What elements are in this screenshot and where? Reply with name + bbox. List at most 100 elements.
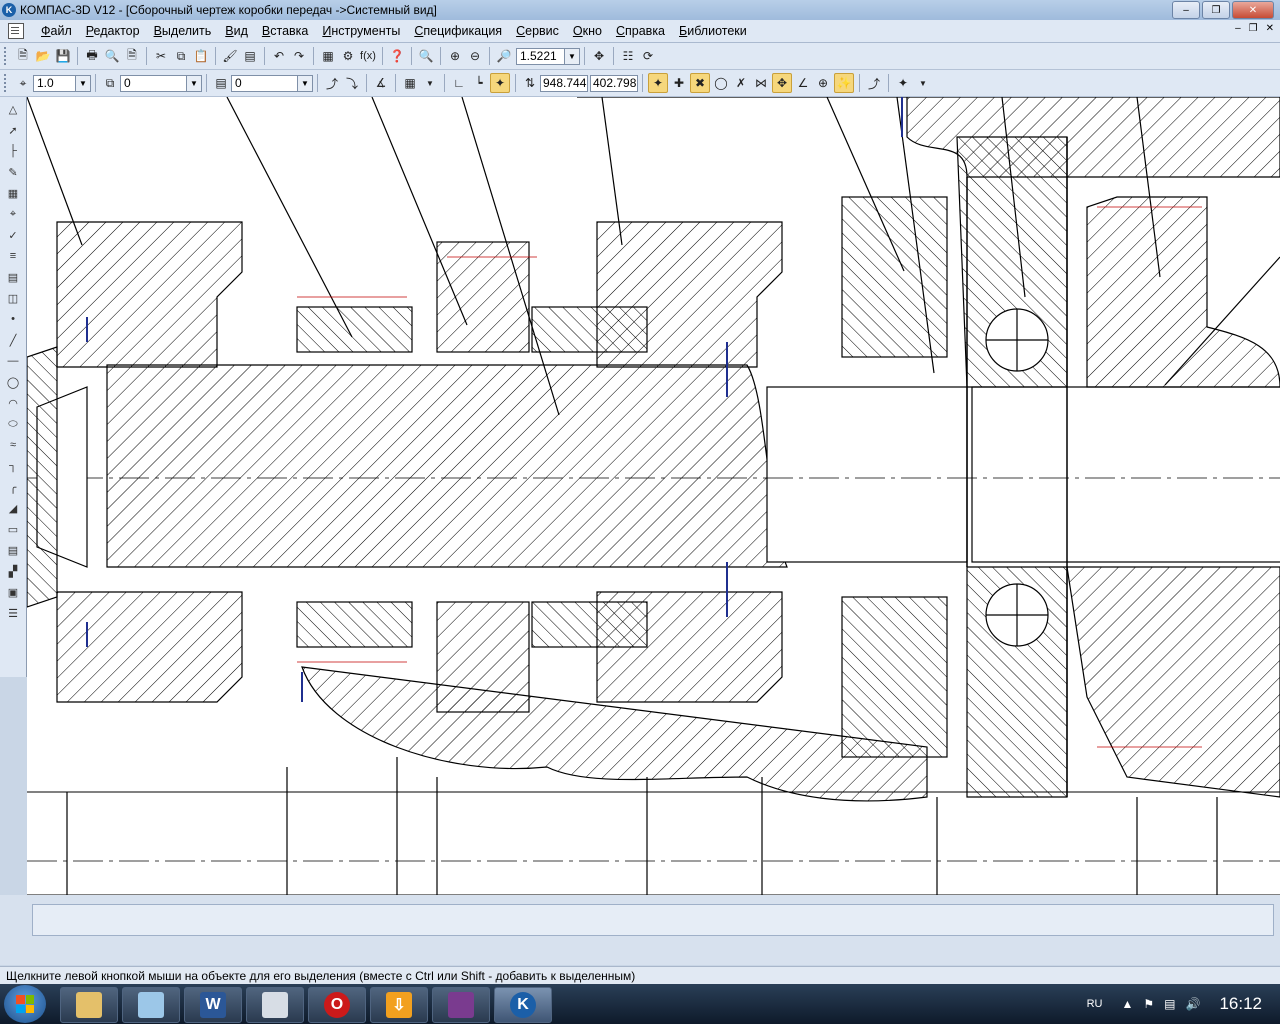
- volume-icon[interactable]: 🔊: [1186, 997, 1201, 1011]
- close-button[interactable]: ✕: [1232, 1, 1274, 19]
- point-icon[interactable]: •: [4, 310, 22, 328]
- local-cs-icon[interactable]: ∟: [450, 74, 468, 92]
- taskbar-opera[interactable]: O: [308, 987, 366, 1023]
- taskbar-word[interactable]: W: [184, 987, 242, 1023]
- library-manager-icon[interactable]: ⚙: [339, 47, 357, 65]
- state-combo[interactable]: 0 ▼: [120, 74, 202, 92]
- snap-normal-icon[interactable]: ✗: [732, 74, 750, 92]
- zoom-scale-icon[interactable]: 🔎: [495, 47, 513, 65]
- snap-point-on-curve-icon[interactable]: ⋈: [752, 74, 770, 92]
- geometry-icon[interactable]: △: [4, 100, 22, 118]
- measure-icon[interactable]: ⌖: [4, 205, 22, 223]
- language-indicator[interactable]: RU: [1087, 998, 1103, 1010]
- taskbar-downloader[interactable]: ⇩: [370, 987, 428, 1023]
- chevron-down-icon[interactable]: ▼: [297, 75, 312, 91]
- help-pointer-icon[interactable]: ❓: [388, 47, 406, 65]
- state-icon[interactable]: ⧉: [101, 74, 119, 92]
- zoom-window-icon[interactable]: 🔍: [417, 47, 435, 65]
- taskbar-winrar[interactable]: [432, 987, 490, 1023]
- line-scale-icon[interactable]: ⌖: [14, 74, 32, 92]
- menu-specification[interactable]: Спецификация: [407, 21, 509, 41]
- start-button[interactable]: [4, 985, 46, 1023]
- equidistant-icon[interactable]: ▞: [4, 562, 22, 580]
- local-snap-icon[interactable]: ⤵: [343, 74, 361, 92]
- select-icon[interactable]: ✓: [4, 226, 22, 244]
- chevron-down-icon[interactable]: ▼: [75, 75, 90, 91]
- more-tools-icon[interactable]: ☰: [4, 604, 22, 622]
- zoom-combo[interactable]: 1.5221 ▼: [516, 47, 580, 65]
- collect-contour-icon[interactable]: ▣: [4, 583, 22, 601]
- snap-angle-icon[interactable]: ∠: [794, 74, 812, 92]
- grid-icon[interactable]: ▦: [401, 74, 419, 92]
- snap-nearest-point-icon[interactable]: ✦: [648, 73, 668, 93]
- polyline-icon[interactable]: ┐: [4, 457, 22, 475]
- menu-help[interactable]: Справка: [609, 21, 672, 41]
- save-icon[interactable]: 💾: [54, 47, 72, 65]
- taskbar-explorer[interactable]: [60, 987, 118, 1023]
- cursor-x-field[interactable]: 948.744: [540, 74, 588, 92]
- parametrization-icon[interactable]: ▦: [4, 184, 22, 202]
- network-icon[interactable]: ▤: [1164, 997, 1175, 1011]
- toolbar-grip[interactable]: [4, 74, 10, 92]
- taskbar-libraries[interactable]: [122, 987, 180, 1023]
- doc-minimize-icon[interactable]: –: [1235, 23, 1241, 34]
- fillet-icon[interactable]: ╭: [4, 478, 22, 496]
- action-center-icon[interactable]: ⚑: [1143, 997, 1154, 1011]
- print-icon[interactable]: 🖶: [83, 47, 101, 65]
- menu-insert[interactable]: Вставка: [255, 21, 315, 41]
- menu-view[interactable]: Вид: [218, 21, 255, 41]
- snap-center-icon[interactable]: ⊕: [814, 74, 832, 92]
- menu-tools[interactable]: Инструменты: [315, 21, 407, 41]
- gearbox-assembly-drawing[interactable]: [27, 97, 1280, 895]
- doc-restore-icon[interactable]: ❐: [1249, 23, 1258, 34]
- ortho-mode-icon[interactable]: ┕: [470, 74, 488, 92]
- paste-icon[interactable]: 📋: [192, 47, 210, 65]
- maximize-button[interactable]: ❐: [1202, 1, 1230, 19]
- manager-icon[interactable]: ▦: [319, 47, 337, 65]
- undo-icon[interactable]: ↶: [270, 47, 288, 65]
- copy-icon[interactable]: ⧉: [172, 47, 190, 65]
- layer-combo[interactable]: 0 ▼: [231, 74, 313, 92]
- menu-editor[interactable]: Редактор: [79, 21, 147, 41]
- property-panel[interactable]: [32, 904, 1274, 936]
- open-icon[interactable]: 📂: [34, 47, 52, 65]
- reports-icon[interactable]: ▤: [4, 268, 22, 286]
- spline-icon[interactable]: ≈: [4, 436, 22, 454]
- snap-intersection-icon[interactable]: ✖: [690, 73, 710, 93]
- snap-alignment-icon[interactable]: ✥: [772, 73, 792, 93]
- show-hidden-icons-icon[interactable]: ▲: [1122, 997, 1134, 1011]
- line-scale-combo[interactable]: 1.0 ▼: [33, 74, 91, 92]
- dimensions-icon[interactable]: ➚: [4, 121, 22, 139]
- snap-magnet-icon[interactable]: ⤴: [323, 74, 341, 92]
- cursor-y-field[interactable]: 402.798: [590, 74, 638, 92]
- doc-close-icon[interactable]: ✕: [1266, 23, 1274, 34]
- round-coords-icon[interactable]: ✦: [490, 73, 510, 93]
- snap-midpoint-icon[interactable]: ✚: [670, 74, 688, 92]
- ellipse-icon[interactable]: ⬭: [4, 415, 22, 433]
- menu-select[interactable]: Выделить: [147, 21, 219, 41]
- snap-tangent-icon[interactable]: ◯: [712, 74, 730, 92]
- zoom-in-icon[interactable]: ⊕: [446, 47, 464, 65]
- segment-icon[interactable]: ╱: [4, 331, 22, 349]
- format-brush-icon[interactable]: 🖌: [221, 47, 239, 65]
- taskbar-kompas[interactable]: K: [494, 987, 552, 1023]
- chevron-down-icon[interactable]: ▼: [186, 75, 201, 91]
- clock[interactable]: 16:12: [1219, 994, 1262, 1014]
- layers-icon[interactable]: ▤: [212, 74, 230, 92]
- chevron-down-icon[interactable]: ▼: [421, 74, 439, 92]
- cut-icon[interactable]: ✂: [152, 47, 170, 65]
- rectangle-icon[interactable]: ▭: [4, 520, 22, 538]
- menu-service[interactable]: Сервис: [509, 21, 566, 41]
- chevron-down-icon[interactable]: ▼: [914, 74, 932, 92]
- auxiliary-line-icon[interactable]: —: [4, 352, 22, 370]
- edit-icon[interactable]: ✎: [4, 163, 22, 181]
- toolbar-grip[interactable]: [4, 47, 10, 65]
- chamfer-icon[interactable]: ◢: [4, 499, 22, 517]
- document-icon[interactable]: [8, 23, 24, 39]
- minimize-button[interactable]: –: [1172, 1, 1200, 19]
- drawing-canvas[interactable]: [27, 97, 1280, 895]
- zoom-out-icon[interactable]: ⊖: [466, 47, 484, 65]
- ortho-icon[interactable]: ∡: [372, 74, 390, 92]
- refresh-icon[interactable]: ☷: [619, 47, 637, 65]
- circle-icon[interactable]: ◯: [4, 373, 22, 391]
